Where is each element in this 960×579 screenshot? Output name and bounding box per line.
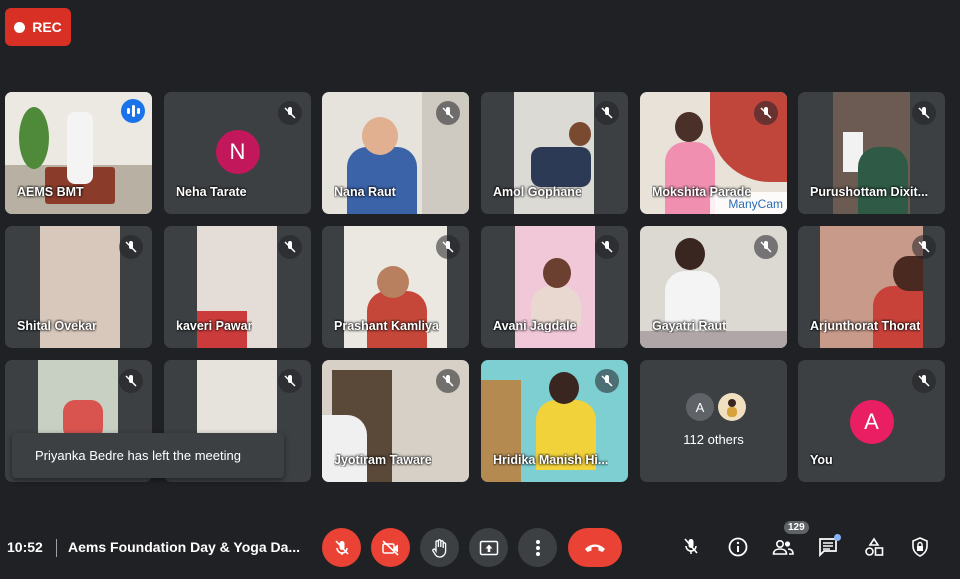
hang-up-icon (585, 544, 605, 552)
left-meeting-toast: Priyanka Bedre has left the meeting (12, 433, 284, 478)
participant-tile[interactable]: Shital Ovekar (5, 226, 152, 348)
mic-off-icon (119, 369, 143, 393)
mic-off-icon (278, 369, 302, 393)
toast-text: Priyanka Bedre has left the meeting (35, 448, 241, 463)
self-tile[interactable]: A You (798, 360, 945, 482)
mic-off-icon (119, 235, 143, 259)
rec-label: REC (32, 19, 62, 35)
mic-off-icon (595, 101, 619, 125)
info-icon (728, 537, 748, 557)
participant-tile[interactable]: Amol Gophane (481, 92, 628, 214)
participant-name: Prashant Kamliya (334, 319, 439, 333)
record-dot-icon (14, 21, 26, 33)
activities-icon (865, 537, 884, 556)
participant-name: Gayatri Raut (652, 319, 727, 333)
participant-name: Purushottam Dixit... (810, 185, 929, 199)
participant-tile[interactable]: Jyotiram Taware (322, 360, 469, 482)
participant-name: Hridika Manish Hi... (493, 453, 609, 467)
participant-name: Neha Tarate (176, 185, 247, 199)
speaking-indicator-icon (121, 99, 145, 123)
meeting-title: Aems Foundation Day & Yoga Da... (68, 539, 301, 555)
participant-name: kaveri Pawar (176, 319, 253, 333)
participant-tile[interactable]: Gayatri Raut (640, 226, 787, 348)
divider (56, 539, 57, 557)
mic-off-icon (684, 538, 698, 554)
more-options-button[interactable] (518, 528, 557, 567)
mic-off-icon (912, 369, 936, 393)
mic-off-icon (334, 539, 349, 555)
participant-name: You (810, 453, 833, 467)
watermark: ManyCam (728, 197, 783, 211)
others-count: 112 others (683, 432, 744, 447)
clock: 10:52 (7, 539, 43, 555)
mic-off-icon (912, 101, 936, 125)
participant-tile[interactable]: N Neha Tarate (164, 92, 311, 214)
people-count-badge: 129 (784, 521, 809, 534)
mic-off-icon (754, 101, 778, 125)
mic-off-icon (436, 101, 460, 125)
participant-tile[interactable]: kaveri Pawar (164, 226, 311, 348)
mic-off-icon (595, 235, 619, 259)
mic-off-icon (595, 369, 619, 393)
participant-name: Jyotiram Taware (334, 453, 432, 467)
raise-hand-button[interactable] (420, 528, 459, 567)
participant-tile[interactable]: Nana Raut (322, 92, 469, 214)
participant-name: AEMS BMT (17, 185, 84, 199)
mic-off-icon (912, 235, 936, 259)
participant-tile[interactable]: Purushottam Dixit... (798, 92, 945, 214)
chat-notification-dot (834, 534, 841, 541)
meeting-details-button[interactable] (723, 532, 753, 562)
participant-name: Nana Raut (334, 185, 396, 199)
rec-indicator[interactable]: REC (5, 8, 71, 46)
mic-off-icon (754, 235, 778, 259)
participant-name: Arjunthorat Thorat (810, 319, 921, 333)
mic-off-icon (436, 235, 460, 259)
shield-lock-icon (912, 537, 928, 557)
leave-call-button[interactable] (568, 528, 622, 567)
mic-off-icon (278, 101, 302, 125)
present-icon (479, 540, 498, 555)
activities-button[interactable] (859, 532, 889, 562)
participant-name: Shital Ovekar (17, 319, 97, 333)
avatar-photo-icon (718, 393, 746, 421)
others-avatars: A (686, 393, 746, 421)
participant-tile[interactable]: Avani Jagdale (481, 226, 628, 348)
others-tile[interactable]: A 112 others (640, 360, 787, 482)
avatar: A (686, 393, 714, 421)
camera-off-icon (381, 539, 399, 556)
avatar: A (849, 400, 894, 444)
participant-tile[interactable]: ManyCam Mokshita Parade (640, 92, 787, 214)
participant-name: Amol Gophane (493, 185, 582, 199)
host-mute-all-button[interactable] (676, 532, 706, 562)
avatar: N (215, 130, 260, 174)
more-vert-icon (535, 539, 540, 556)
camera-toggle-button[interactable] (371, 528, 410, 567)
mic-off-icon (278, 235, 302, 259)
participant-tile[interactable]: Prashant Kamliya (322, 226, 469, 348)
participant-tile[interactable]: AEMS BMT (5, 92, 152, 214)
people-icon (772, 539, 794, 555)
people-button[interactable] (768, 532, 798, 562)
participant-tile[interactable]: Arjunthorat Thorat (798, 226, 945, 348)
bottom-bar: 10:52 Aems Foundation Day & Yoga Da... 1… (0, 518, 960, 579)
participant-name: Mokshita Parade (652, 185, 752, 199)
participant-tile[interactable]: Hridika Manish Hi... (481, 360, 628, 482)
mic-off-icon (436, 369, 460, 393)
hand-icon (431, 538, 446, 558)
mic-toggle-button[interactable] (322, 528, 361, 567)
participant-name: Avani Jagdale (493, 319, 577, 333)
present-screen-button[interactable] (469, 528, 508, 567)
host-controls-button[interactable] (905, 532, 935, 562)
